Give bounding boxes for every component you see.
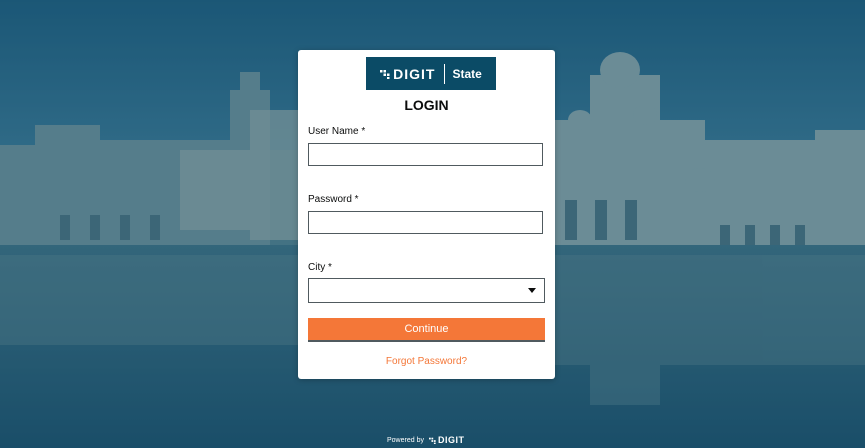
digit-mark-icon [380, 69, 390, 79]
digit-mark-icon [428, 437, 436, 444]
continue-button[interactable]: Continue [308, 318, 545, 342]
digit-state-logo: DIGIT State [366, 57, 496, 90]
password-input[interactable] [308, 211, 543, 234]
forgot-password-link[interactable]: Forgot Password? [298, 356, 555, 367]
password-label: Password * [308, 194, 359, 205]
powered-by-footer: Powered by DIGIT [387, 435, 464, 445]
city-label: City * [308, 262, 332, 273]
powered-by-text: Powered by [387, 436, 424, 444]
footer-digit-logo: DIGIT [428, 435, 465, 445]
city-select[interactable] [308, 278, 545, 303]
login-card: DIGIT State LOGIN User Name * Password *… [298, 50, 555, 379]
footer-brand-text: DIGIT [437, 435, 465, 445]
logo-brand-text: DIGIT [393, 65, 436, 82]
page-title: LOGIN [404, 97, 449, 113]
logo-state-text: State [452, 66, 482, 81]
digit-logo: DIGIT [380, 66, 435, 82]
logo-divider [443, 63, 445, 84]
username-input[interactable] [308, 143, 543, 166]
caret-down-icon [528, 288, 536, 293]
username-label: User Name * [308, 126, 366, 137]
